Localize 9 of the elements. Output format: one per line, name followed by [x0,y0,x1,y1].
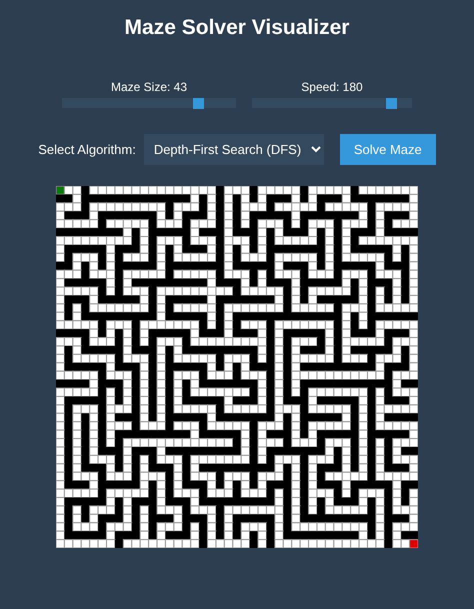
page-title: Maze Solver Visualizer [124,16,350,40]
slider-thumb[interactable] [386,98,398,109]
slider-thumb[interactable] [192,98,204,109]
algorithm-select[interactable]: Depth-First Search (DFS) [144,134,324,165]
slider-track[interactable] [252,98,412,108]
slider-track[interactable] [62,98,236,108]
algorithm-label: Select Algorithm: [38,142,136,157]
slider-label: Speed: 180 [301,80,363,94]
slider-label: Maze Size: 43 [110,80,188,94]
